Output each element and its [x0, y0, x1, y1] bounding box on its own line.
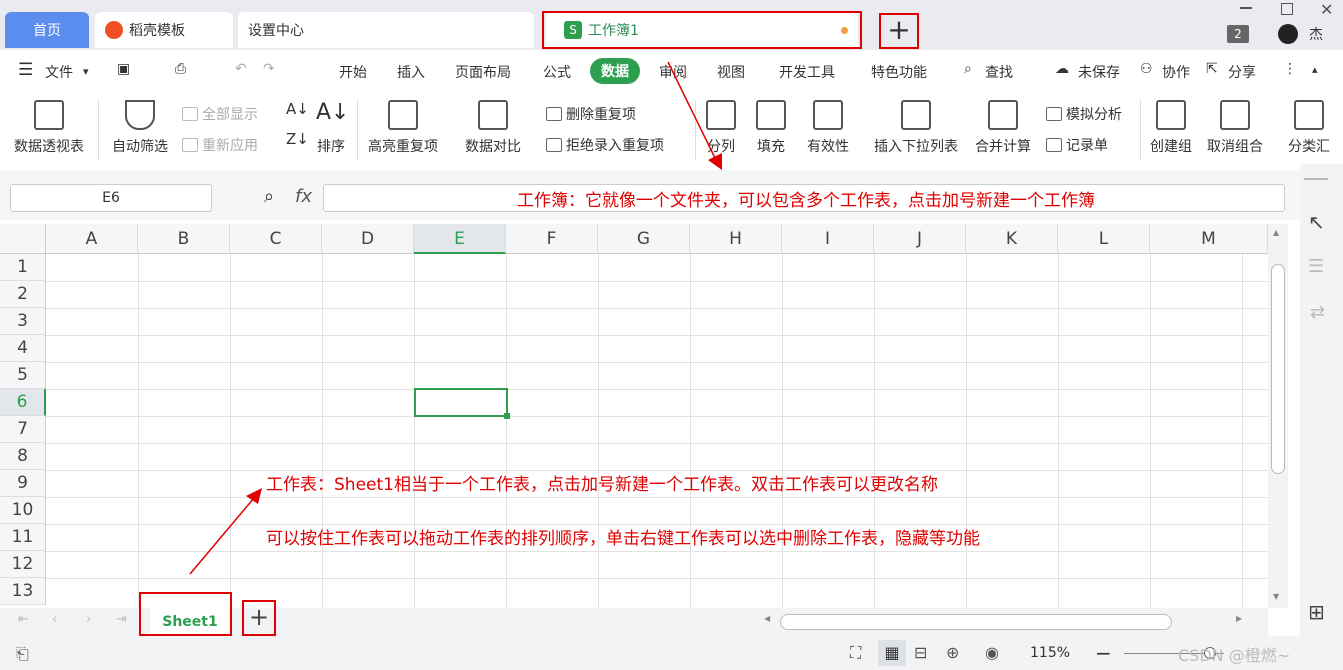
eye-protect-icon[interactable]: ◉: [985, 643, 999, 662]
zoom-out-button[interactable]: −: [1095, 641, 1112, 665]
sheet-tab-bar: ⇤ ‹ › ⇥ Sheet1 + ◀ ▶: [0, 592, 1268, 636]
sheet-arrow: [189, 497, 255, 575]
page-layout-icon[interactable]: ⊕: [946, 643, 959, 662]
workbook-arrow: [667, 61, 717, 161]
fullscreen-icon[interactable]: ⛶: [850, 643, 861, 663]
cursor-icon[interactable]: ↖: [1308, 210, 1325, 234]
add-sheet-highlight: [242, 600, 276, 636]
macro-icon[interactable]: ⎗: [16, 644, 29, 664]
last-sheet-icon[interactable]: ⇥: [116, 612, 127, 627]
scroll-up-icon[interactable]: ▲: [1273, 228, 1279, 237]
replace-icon[interactable]: ⇄: [1310, 302, 1325, 323]
grid-apps-icon[interactable]: ⊞: [1308, 600, 1325, 624]
next-sheet-icon[interactable]: ›: [86, 612, 91, 627]
right-sidebar: ↖ ☰ ⇄ ⊞: [1300, 164, 1343, 636]
scroll-left-icon[interactable]: ◀: [764, 614, 770, 623]
sheet-tab-highlight: [139, 592, 232, 636]
horizontal-scrollbar[interactable]: ◀ ▶: [758, 613, 1250, 631]
settings-sliders-icon[interactable]: ☰: [1308, 256, 1324, 277]
horizontal-scroll-thumb[interactable]: [780, 614, 1172, 630]
prev-sheet-icon[interactable]: ‹: [52, 612, 57, 627]
scroll-down-icon[interactable]: ▼: [1273, 592, 1279, 601]
normal-view-icon[interactable]: ▦: [878, 640, 906, 666]
annotation-arrows: [189, 61, 722, 575]
scroll-right-icon[interactable]: ▶: [1236, 614, 1242, 623]
workbook-arrowhead: [708, 153, 722, 170]
vertical-scroll-thumb[interactable]: [1271, 264, 1285, 474]
csdn-watermark: CSDN @橙燃~: [1178, 646, 1291, 665]
first-sheet-icon[interactable]: ⇤: [18, 612, 29, 627]
vertical-scrollbar[interactable]: ▲ ▼: [1268, 224, 1288, 608]
status-bar: ⎗ ⛶ ▦ ⊟ ⊕ ◉ 115% − CSDN @橙燃~: [0, 636, 1343, 670]
collapse-sidebar-icon[interactable]: [1304, 178, 1328, 180]
sheet-arrowhead: [246, 488, 262, 504]
page-break-icon[interactable]: ⊟: [914, 643, 927, 662]
zoom-level[interactable]: 115%: [1030, 645, 1070, 661]
